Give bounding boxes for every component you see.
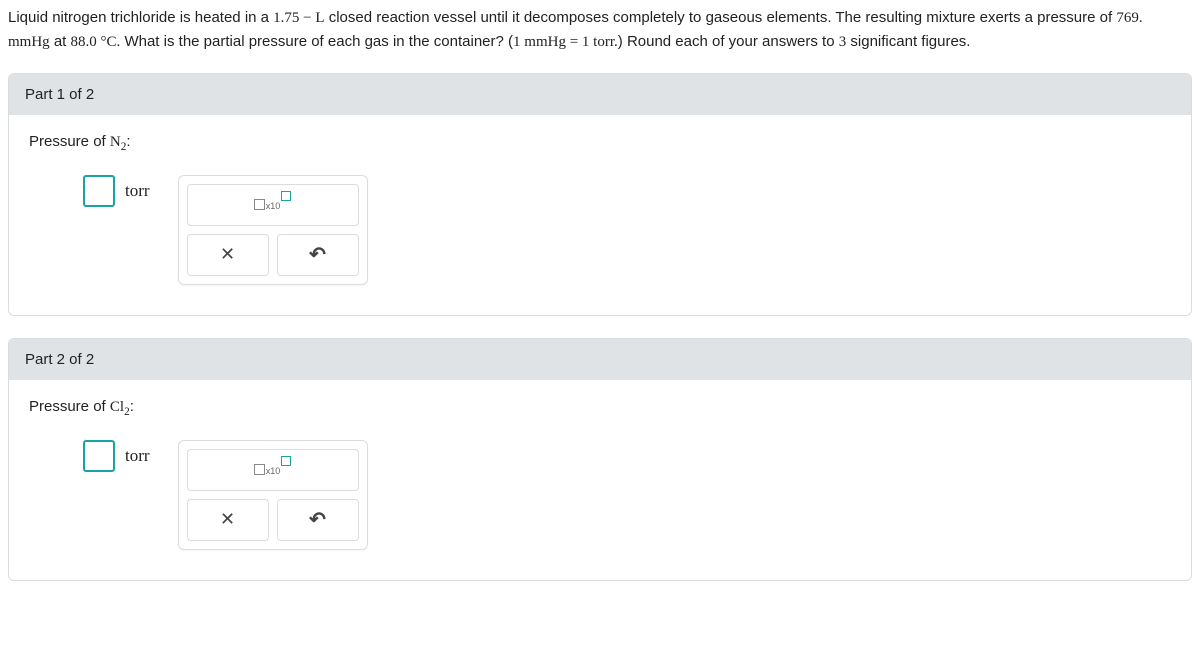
question-segment: closed reaction vessel until it decompos… xyxy=(329,9,1117,26)
prompt-prefix: Pressure of xyxy=(29,398,110,415)
question-segment: Round each of your answers to xyxy=(627,33,839,50)
exponent-box-icon xyxy=(281,191,291,201)
close-icon: ✕ xyxy=(220,244,235,265)
volume-value: 1.75 − L xyxy=(273,10,324,26)
temperature-value: 88.0 °C. xyxy=(71,34,121,50)
undo-button[interactable]: ↶ xyxy=(277,499,359,541)
question-segment: What is the partial pressure of each gas… xyxy=(124,33,508,50)
clear-button[interactable]: ✕ xyxy=(187,234,269,276)
prompt-suffix: : xyxy=(126,133,130,150)
scientific-notation-icon: x10 xyxy=(254,199,292,210)
unit-label: torr xyxy=(125,181,150,201)
scientific-notation-button[interactable]: x10 xyxy=(187,449,359,491)
prompt-suffix: : xyxy=(130,398,134,415)
conversion-left: 1 mmHg xyxy=(513,34,566,50)
x10-label: x10 xyxy=(266,202,281,211)
tool-palette: x10 ✕ ↶ xyxy=(178,440,368,550)
answer-row: torr x10 ✕ xyxy=(29,440,1171,550)
clear-button[interactable]: ✕ xyxy=(187,499,269,541)
close-icon: ✕ xyxy=(220,509,235,530)
exponent-box-icon xyxy=(281,456,291,466)
box-icon xyxy=(254,199,265,210)
part-header: Part 2 of 2 xyxy=(9,339,1191,380)
part-2: Part 2 of 2 Pressure of Cl2: torr x10 xyxy=(8,338,1192,581)
unit-label: torr xyxy=(125,446,150,466)
undo-icon: ↶ xyxy=(309,242,326,267)
box-icon xyxy=(254,464,265,475)
paren-close: ) xyxy=(618,33,623,50)
sigfigs-value: 3 xyxy=(839,34,847,50)
species-base: N xyxy=(110,134,121,150)
species-base: Cl xyxy=(110,399,124,415)
tool-palette: x10 ✕ ↶ xyxy=(178,175,368,285)
undo-icon: ↶ xyxy=(309,507,326,532)
scientific-notation-icon: x10 xyxy=(254,464,292,475)
undo-button[interactable]: ↶ xyxy=(277,234,359,276)
prompt-line: Pressure of Cl2: xyxy=(29,398,1171,418)
conversion-right: 1 torr. xyxy=(582,34,618,50)
scientific-notation-button[interactable]: x10 xyxy=(187,184,359,226)
answer-input-cl2[interactable] xyxy=(83,440,115,472)
part-body: Pressure of Cl2: torr x10 xyxy=(9,380,1191,580)
part-body: Pressure of N2: torr x10 xyxy=(9,115,1191,315)
conversion-eq: = xyxy=(566,34,582,50)
prompt-line: Pressure of N2: xyxy=(29,133,1171,153)
prompt-prefix: Pressure of xyxy=(29,133,110,150)
answer-input-wrap: torr xyxy=(83,175,150,207)
question-segment: at xyxy=(54,33,71,50)
x10-label: x10 xyxy=(266,467,281,476)
question-segment: Liquid nitrogen trichloride is heated in… xyxy=(8,9,273,26)
part-header: Part 1 of 2 xyxy=(9,74,1191,115)
question-segment: significant figures. xyxy=(850,33,970,50)
question-text: Liquid nitrogen trichloride is heated in… xyxy=(8,6,1192,55)
answer-row: torr x10 ✕ xyxy=(29,175,1171,285)
answer-input-wrap: torr xyxy=(83,440,150,472)
answer-input-n2[interactable] xyxy=(83,175,115,207)
part-1: Part 1 of 2 Pressure of N2: torr x10 xyxy=(8,73,1192,316)
